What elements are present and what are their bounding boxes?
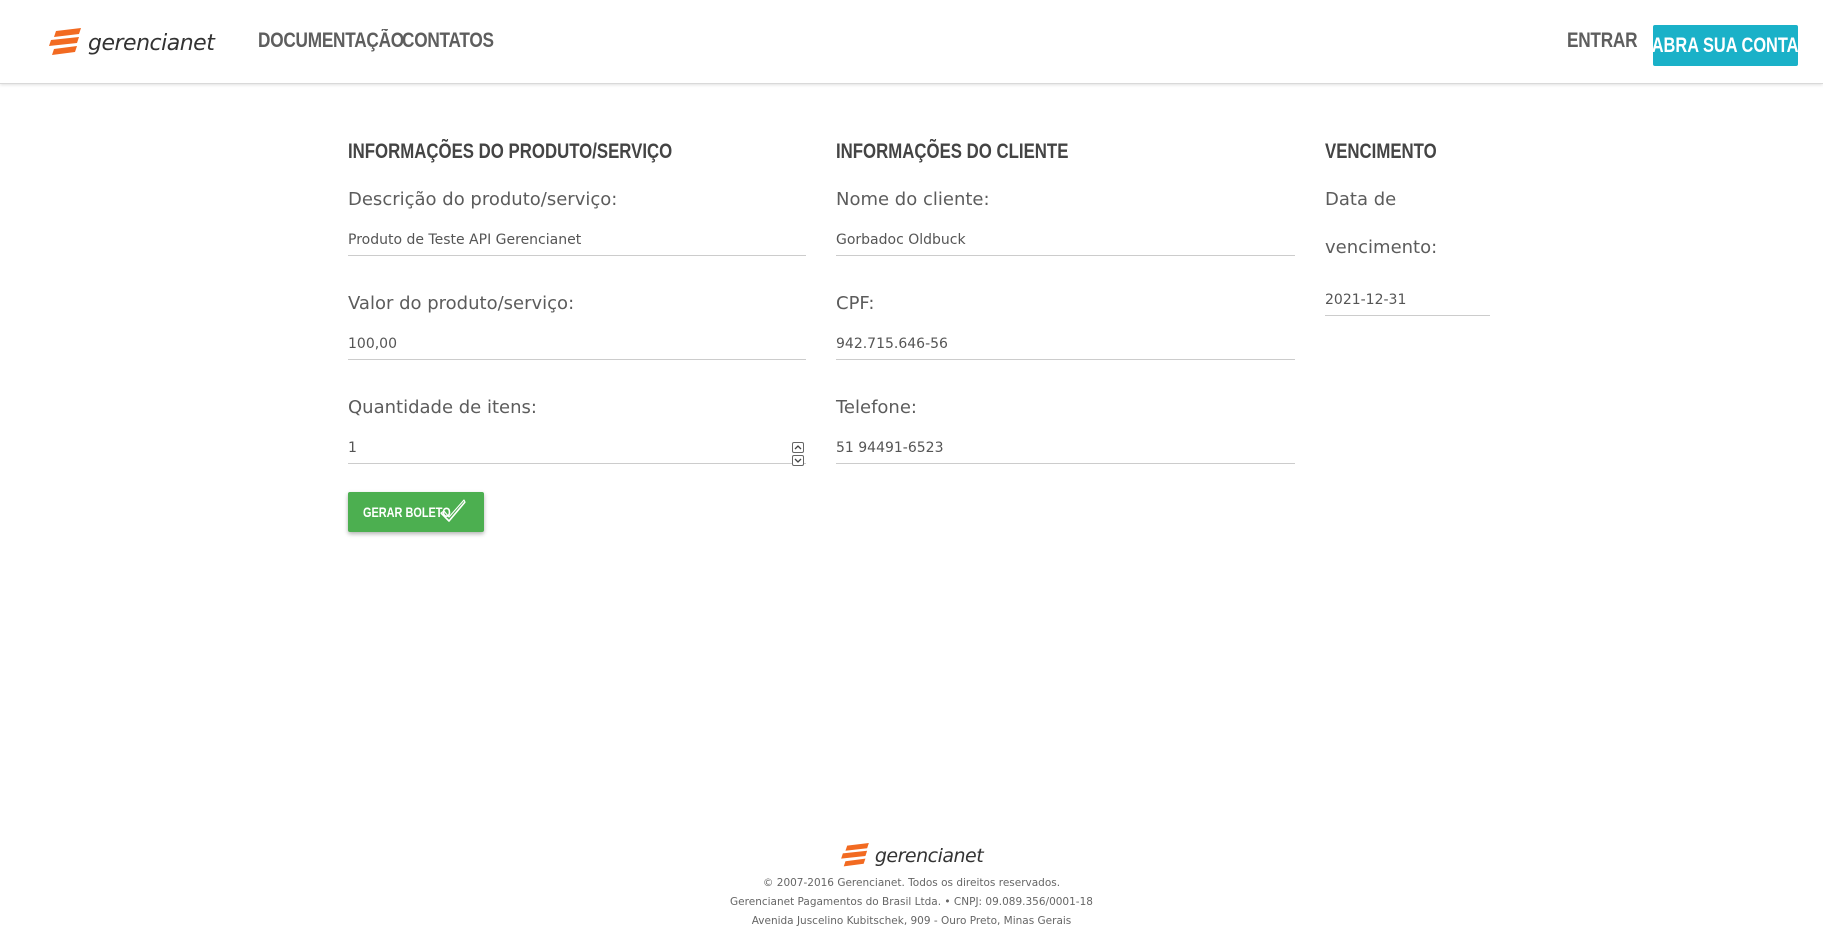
client-phone-group: Telefone:: [836, 396, 1295, 464]
footer-address: Avenida Juscelino Kubitschek, 909 - Ouro…: [751, 915, 1072, 927]
client-name-input[interactable]: [836, 212, 1295, 256]
generate-boleto-label: GERAR BOLETO: [363, 504, 451, 520]
page-footer: gerencianet © 2007-2016 Gerencianet. Tod…: [0, 843, 1823, 931]
due-date-input[interactable]: [1325, 272, 1490, 316]
product-price-input[interactable]: [348, 316, 806, 360]
client-cpf-input[interactable]: [836, 316, 1295, 360]
due-date-group: Data de vencimento:: [1325, 176, 1490, 316]
product-section-title: INFORMAÇÕES DO PRODUTO/SERVIÇO: [348, 140, 673, 163]
client-cpf-group: CPF:: [836, 292, 1295, 360]
quantity-decrement-button[interactable]: [792, 455, 804, 466]
client-name-label: Nome do cliente:: [836, 189, 990, 210]
product-quantity-label: Quantidade de itens:: [348, 397, 537, 418]
client-phone-label: Telefone:: [836, 397, 917, 418]
client-cpf-label: CPF:: [836, 293, 875, 314]
quantity-stepper: [348, 420, 806, 466]
footer-info: © 2007-2016 Gerencianet. Todos os direit…: [0, 874, 1823, 931]
footer-company: Gerencianet Pagamentos do Brasil Ltda. •…: [730, 896, 1093, 908]
logo-text: gerencianet: [88, 30, 215, 56]
chevron-up-icon: [794, 445, 802, 450]
footer-copyright: © 2007-2016 Gerencianet. Todos os direit…: [762, 877, 1061, 889]
client-phone-input[interactable]: [836, 420, 1295, 464]
footer-logo-text: gerencianet: [874, 845, 984, 867]
product-description-label: Descrição do produto/serviço:: [348, 189, 618, 210]
quantity-stepper-buttons: [792, 442, 804, 466]
gerencianet-logo[interactable]: gerencianet: [48, 28, 215, 58]
product-description-group: Descrição do produto/serviço:: [348, 188, 806, 256]
nav-login-link[interactable]: ENTRAR: [1567, 29, 1638, 53]
nav-documentation-link[interactable]: DOCUMENTAÇÃO: [258, 29, 404, 53]
nav-contacts-link[interactable]: CONTATOS: [402, 29, 494, 53]
quantity-increment-button[interactable]: [792, 442, 804, 453]
product-quantity-input[interactable]: [348, 420, 806, 464]
chevron-down-icon: [794, 458, 802, 463]
top-navbar: gerencianet DOCUMENTAÇÃO CONTATOS ENTRAR…: [0, 0, 1823, 84]
gerencianet-logo-icon: [49, 28, 81, 55]
client-name-group: Nome do cliente:: [836, 188, 1295, 256]
product-description-input[interactable]: [348, 212, 806, 256]
generate-boleto-button[interactable]: GERAR BOLETO: [348, 492, 484, 532]
due-section-title: VENCIMENTO: [1325, 140, 1437, 163]
gerencianet-logo-icon: [840, 843, 869, 867]
open-account-label: ABRA SUA CONTA: [1652, 33, 1799, 57]
due-date-section: VENCIMENTO Data de vencimento:: [1325, 138, 1490, 316]
due-date-label: Data de vencimento:: [1325, 189, 1438, 258]
client-info-section: INFORMAÇÕES DO CLIENTE Nome do cliente: …: [836, 138, 1295, 464]
product-price-label: Valor do produto/serviço:: [348, 293, 575, 314]
product-quantity-group: Quantidade de itens:: [348, 396, 806, 466]
product-price-group: Valor do produto/serviço:: [348, 292, 806, 360]
client-section-title: INFORMAÇÕES DO CLIENTE: [836, 140, 1069, 163]
product-info-section: INFORMAÇÕES DO PRODUTO/SERVIÇO Descrição…: [348, 138, 806, 466]
footer-gerencianet-logo[interactable]: gerencianet: [840, 843, 984, 869]
open-account-button[interactable]: ABRA SUA CONTA: [1652, 25, 1799, 66]
